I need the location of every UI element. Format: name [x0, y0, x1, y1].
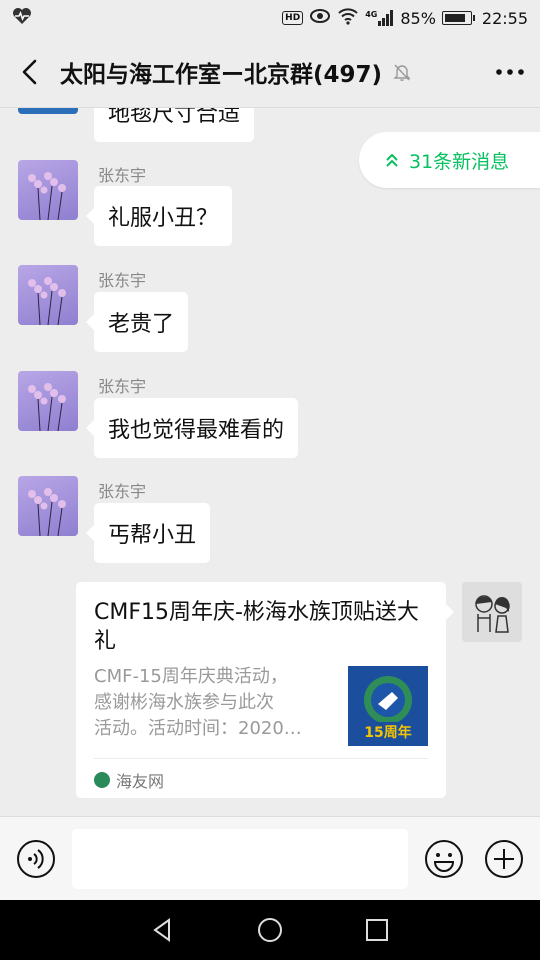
network-type: 4G: [365, 10, 378, 19]
link-card-source: 海友网: [94, 768, 164, 792]
divider: [94, 758, 428, 759]
link-card-title: CMF15周年庆-彬海水族顶贴送大礼: [94, 600, 419, 654]
heart-rate-icon: [12, 7, 32, 29]
message-bubble[interactable]: 丐帮小丑: [85, 503, 211, 563]
message-bubble[interactable]: 礼服小丑？: [85, 186, 233, 246]
emoji-icon: [425, 840, 463, 878]
link-card-description: CMF-15周年庆典活动， 感谢彬海水族参与此次 活动。活动时间：2020…: [94, 666, 302, 739]
chat-messages[interactable]: 地毯尺寸合适 31条新消息 张东宇 礼服小丑？ 张东宇 老贵了 张东宇 我也觉得…: [0, 108, 540, 816]
avatar[interactable]: [18, 108, 78, 114]
voice-button[interactable]: [16, 839, 56, 879]
double-chevron-up-icon: [386, 153, 398, 167]
chevron-left-icon: [22, 59, 37, 84]
plus-icon: [485, 840, 523, 878]
chat-header: 太阳与海工作室ー北京群(497): [0, 36, 540, 108]
sender-name: 张东宇: [98, 377, 147, 396]
orchid-avatar-image: [28, 488, 66, 536]
signal-icon: 4G: [365, 10, 394, 26]
avatar[interactable]: [18, 476, 78, 536]
avatar[interactable]: [18, 265, 78, 325]
hd-badge: HD: [282, 11, 304, 25]
sender-name: 张东宇: [98, 166, 147, 185]
message-bubble[interactable]: 我也觉得最难看的: [85, 398, 299, 458]
wifi-icon: [337, 7, 359, 29]
link-card-thumbnail: 15周年: [348, 666, 428, 746]
message-bubble[interactable]: 老贵了: [85, 292, 189, 352]
source-logo-icon: [94, 772, 110, 788]
my-avatar[interactable]: [462, 582, 522, 642]
clock: 22:55: [481, 8, 528, 28]
new-messages-button[interactable]: 31条新消息: [359, 132, 540, 188]
system-nav-bar: [0, 900, 540, 960]
eye-icon: [309, 8, 331, 28]
more-dots-icon: [496, 68, 524, 75]
voice-icon: [17, 840, 55, 878]
avatar[interactable]: [18, 371, 78, 431]
recents-square-icon[interactable]: [363, 916, 391, 944]
orchid-avatar-image: [28, 277, 66, 325]
link-card[interactable]: CMF15周年庆-彬海水族顶贴送大礼 CMF-15周年庆典活动， 感谢彬海水族参…: [76, 582, 454, 798]
more-button[interactable]: [480, 36, 540, 108]
orchid-avatar-image: [28, 172, 66, 220]
status-bar: HD 4G 85% 22:55: [0, 0, 540, 36]
input-bar: [0, 816, 540, 900]
back-button[interactable]: [0, 36, 60, 108]
thumbnail-label: 15周年: [364, 724, 411, 741]
message-bubble[interactable]: 地毯尺寸合适: [94, 108, 255, 142]
source-name: 海友网: [116, 772, 165, 791]
home-circle-icon[interactable]: [256, 916, 284, 944]
bell-off-icon: [393, 64, 411, 81]
chat-title: 太阳与海工作室ー北京群(497): [60, 61, 383, 88]
more-functions-button[interactable]: [484, 839, 524, 879]
sender-name: 张东宇: [98, 271, 147, 290]
battery-icon: [441, 11, 475, 25]
emoji-button[interactable]: [424, 839, 464, 879]
battery-percent: 85%: [400, 8, 436, 28]
back-triangle-icon[interactable]: [149, 916, 177, 944]
new-messages-label: 31条新消息: [409, 150, 510, 173]
message-input[interactable]: [72, 829, 408, 889]
orchid-avatar-image: [28, 383, 66, 431]
avatar[interactable]: [18, 160, 78, 220]
sender-name: 张东宇: [98, 482, 147, 501]
